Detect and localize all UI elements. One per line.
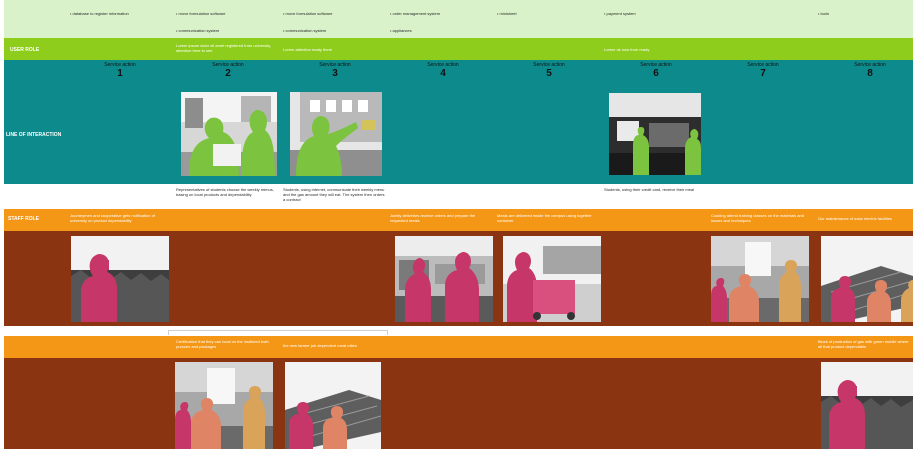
white-note-3: Students, using their credit card, recei… xyxy=(604,187,695,192)
photo-solar-maintenance-2 xyxy=(285,362,381,449)
photo-student-building xyxy=(290,92,382,176)
tech-note-10: • tools xyxy=(818,11,829,16)
staff-note-4: Cooking attend training classes on the m… xyxy=(711,213,804,223)
photo-students-laptop xyxy=(181,92,277,176)
service-action-2: Service action 2 xyxy=(188,62,268,79)
service-action-8-number: 8 xyxy=(867,68,873,79)
service-action-7: Service action 7 xyxy=(723,62,803,79)
user-role-note-1: Lorem ipsum dolor sit amet registered fr… xyxy=(176,43,272,53)
white-note-2: Students, using internet, communicate th… xyxy=(283,187,385,202)
service-action-3: Service action 3 xyxy=(295,62,375,79)
tech-note-6: • order management system xyxy=(390,11,441,16)
service-action-1-number: 1 xyxy=(117,68,123,79)
service-action-8: Service action 8 xyxy=(830,62,910,79)
photo-training-class-2 xyxy=(175,362,273,449)
tech-note-2: • move formulation software xyxy=(176,11,226,16)
tech-note-1: • database to register information xyxy=(70,11,129,16)
tech-note-4: • move formulation software xyxy=(283,11,333,16)
tech-note-3: • communication system xyxy=(176,28,220,33)
photo-farmer-phone-2 xyxy=(821,362,913,449)
support-note-3: Block of production of gas with green mo… xyxy=(818,339,909,349)
service-action-4: Service action 4 xyxy=(403,62,483,79)
line-of-interaction-label: LINE OF INTERACTION xyxy=(6,132,62,138)
staff-note-3: Meals are delivered inside the campus us… xyxy=(497,213,592,223)
tech-note-8: • minisheet xyxy=(497,11,517,16)
service-action-1: Service action 1 xyxy=(80,62,160,79)
service-action-3-number: 3 xyxy=(332,68,338,79)
support-note-2: the new farmer job dependent meat mites xyxy=(283,343,357,348)
user-role-label: USER ROLE xyxy=(10,47,40,53)
service-action-7-number: 7 xyxy=(760,68,766,79)
photo-cafeteria-counter xyxy=(609,93,701,175)
staff-note-5: Our maintenance of solar electric facili… xyxy=(818,216,893,221)
user-role-note-3: Lorem ok now from ready xyxy=(604,47,650,52)
service-action-6-number: 6 xyxy=(653,68,659,79)
support-process-band xyxy=(4,358,913,449)
separator-outline xyxy=(168,330,388,335)
service-action-2-number: 2 xyxy=(225,68,231,79)
user-role-note-2: Lorem attention ready there xyxy=(283,47,333,52)
staff-note-2: Jointly deliveries receive orders and pr… xyxy=(390,213,476,223)
service-action-5-number: 5 xyxy=(546,68,552,79)
staff-role-label: STAFF ROLE xyxy=(8,216,40,222)
service-action-6: Service action 6 xyxy=(616,62,696,79)
photo-farmer-phone-1 xyxy=(71,236,169,322)
tech-note-5: • communication system xyxy=(283,28,327,33)
photo-training-class xyxy=(711,236,809,322)
support-band xyxy=(4,336,913,358)
photo-delivery-cart xyxy=(503,236,601,322)
user-role-band xyxy=(4,38,913,60)
tech-note-9: • payment system xyxy=(604,11,636,16)
service-action-4-number: 4 xyxy=(440,68,446,79)
section-separator xyxy=(0,326,913,336)
tech-note-7: • appliances xyxy=(390,28,412,33)
staff-note-1: Journeymen and cooperative gets notifica… xyxy=(70,213,155,223)
photo-solar-maintenance-1 xyxy=(821,236,913,322)
photo-kitchen-staff xyxy=(395,236,493,322)
service-action-5: Service action 5 xyxy=(509,62,589,79)
support-note-1: Certification that they can local on the… xyxy=(176,339,269,349)
white-note-1: Representatives of students choose the w… xyxy=(176,187,274,197)
